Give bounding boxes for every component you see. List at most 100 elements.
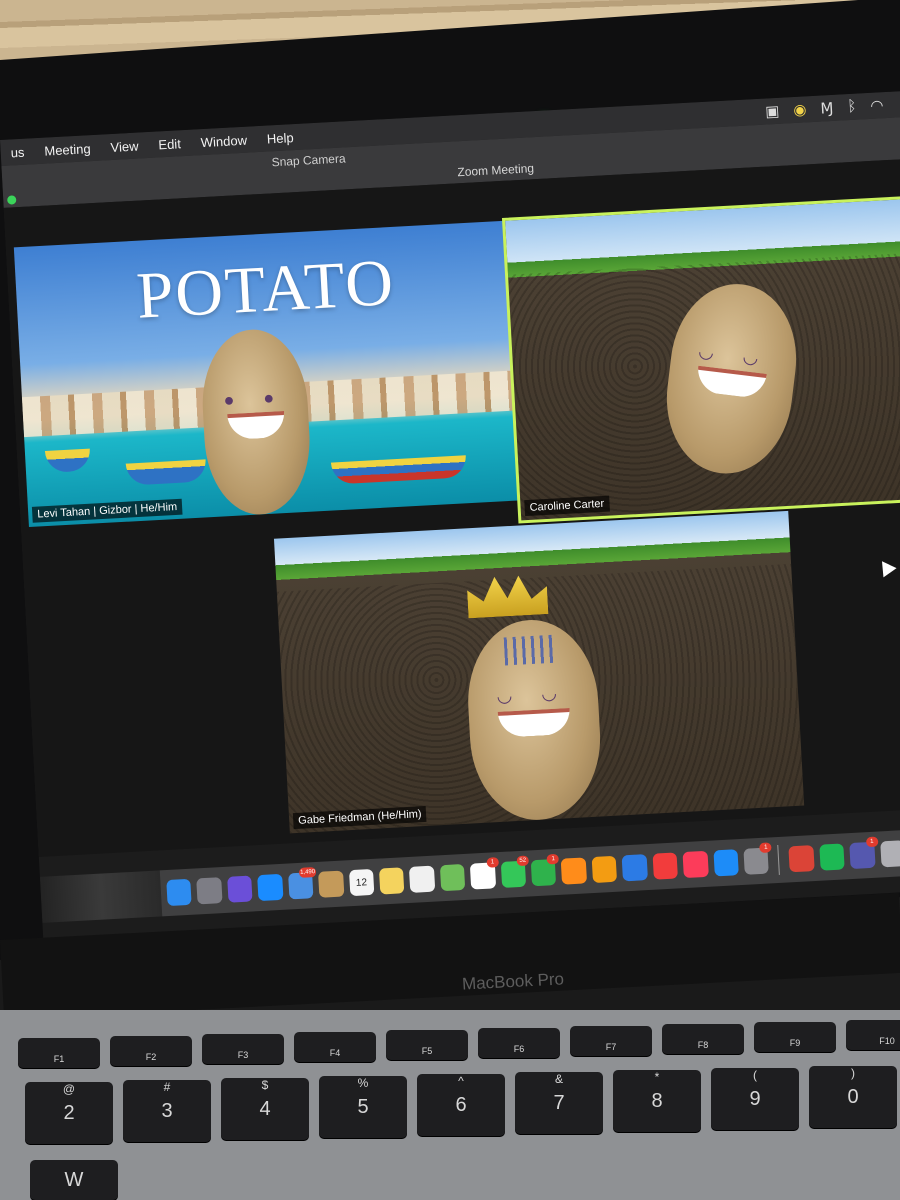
key-f1[interactable]: F1 [18,1038,100,1068]
key-digit: 8 [651,1090,663,1112]
menu-zoom-us[interactable]: us [0,144,34,161]
menu-window[interactable]: Window [190,132,257,151]
key-digit: 4 [259,1098,271,1120]
keyboard: F1 F2 F3 F4 F5 F6 F7 F8 F9 F10 @2 #3 $4% 5 ^ 6 & 7 * 8(9) 0 W [0,1010,900,1200]
key-w[interactable]: W [30,1160,118,1200]
key-f5[interactable]: F5 [386,1030,468,1060]
potato-eyes: ◡ ◡ [496,682,570,706]
key-shift-symbol: & [554,1072,563,1086]
desktop-wallpaper [39,870,163,923]
spotify-icon[interactable] [819,843,845,871]
key-f8[interactable]: F8 [662,1024,744,1054]
key-f7[interactable]: F7 [570,1026,652,1056]
messages-icon[interactable]: 52 [500,855,530,888]
maps-icon[interactable] [439,863,466,892]
notes-icon[interactable] [378,867,405,895]
music-icon[interactable] [682,850,709,879]
video-tile-caroline[interactable]: ◡ ◡ Caroline Carter [501,195,900,524]
books-icon[interactable] [561,857,587,885]
key-3[interactable]: #3 [123,1080,211,1142]
key-digit: 5 [357,1096,369,1118]
calendar-icon[interactable]: 12 [348,868,375,897]
key-4[interactable]: $4 [221,1078,309,1140]
key-9[interactable]: (9 [711,1068,799,1130]
face-paint-stripes [503,634,558,666]
key-0[interactable]: ) 0 [809,1066,897,1128]
zoom-window-title: Zoom Meeting [457,161,535,180]
photos-icon[interactable]: 1 [470,857,499,890]
news-icon[interactable] [652,852,679,880]
menu-help[interactable]: Help [257,129,304,147]
pages-icon[interactable] [591,855,618,884]
disk-utility-icon[interactable] [879,840,900,868]
facetime-icon[interactable]: 1 [530,853,560,887]
potato-mouth [695,365,767,400]
launchpad-icon[interactable] [196,877,223,905]
key-2[interactable]: @2 [25,1082,113,1144]
key-f6[interactable]: F6 [478,1028,560,1058]
key-f3[interactable]: F3 [202,1034,284,1064]
boat-image [330,455,467,485]
window-zoom-button[interactable] [7,195,17,205]
key-shift-symbol: @ [62,1082,76,1096]
key-digit: 3 [161,1100,173,1122]
key-f10[interactable]: F10 [846,1020,900,1050]
key-8[interactable]: * 8 [613,1070,701,1132]
key-digit: 7 [553,1092,565,1114]
key-shift-symbol: # [163,1080,171,1094]
malwarebytes-icon[interactable]: Ɱ [820,99,834,118]
key-f4[interactable]: F4 [294,1032,376,1062]
bluetooth-icon[interactable]: ᛒ [847,98,857,116]
app-store-icon[interactable] [713,849,739,877]
potato-mouth [226,411,286,441]
calendar-date: 12 [355,877,368,889]
key-shift-symbol: * [654,1070,660,1084]
notification-badge: 1 [759,842,773,853]
key-digit: 2 [63,1102,75,1124]
background-title-text: POTATO [134,245,397,333]
menu-edit[interactable]: Edit [148,135,191,152]
key-shift-symbol: ^ [458,1074,464,1088]
camera-icon[interactable]: ▣ [765,102,780,121]
notification-badge: 1 [546,853,560,865]
key-5[interactable]: % 5 [319,1076,407,1138]
notification-badge: 1 [865,836,879,848]
contacts-icon[interactable] [318,870,344,898]
key-f2[interactable]: F2 [110,1036,192,1066]
key-digit: 0 [847,1086,859,1108]
mail-icon[interactable]: 1,490 [287,866,317,900]
siri-icon[interactable] [227,875,253,903]
safari-icon[interactable] [257,873,284,902]
boat-image [125,459,207,486]
menu-meeting[interactable]: Meeting [34,140,101,159]
boat-image [44,448,92,473]
key-f9[interactable]: F9 [754,1022,836,1052]
key-shift-symbol: ) [851,1066,855,1080]
keynote-icon[interactable] [621,854,648,882]
video-gallery: POTATO ● ● Levi Tahan | Gizbor | He/Him … [3,158,900,857]
chrome-icon[interactable] [788,845,815,873]
video-tile-levi[interactable]: POTATO ● ● Levi Tahan | Gizbor | He/Him [13,220,519,527]
key-shift-symbol: $ [261,1078,269,1092]
potato-eyes: ● ● [222,387,287,411]
notification-badge: 1,490 [298,866,317,878]
key-6[interactable]: ^ 6 [417,1074,505,1136]
wifi-icon[interactable]: ◠ [870,96,884,115]
teams-icon[interactable]: 1 [849,836,879,870]
key-digit: 9 [749,1088,761,1110]
key-digit: 6 [455,1094,467,1116]
system-preferences-icon[interactable]: 1 [743,842,773,875]
menu-view[interactable]: View [100,137,149,155]
reminders-icon[interactable] [409,865,436,893]
potato-eyes: ◡ ◡ [697,340,772,370]
participant-name: Levi Tahan | Gizbor | He/Him [31,498,183,523]
video-tile-gabe[interactable]: ◡ ◡ Gabe Friedman (He/Him) [273,510,805,834]
potato-mouth [497,708,571,738]
key-7[interactable]: & 7 [515,1072,603,1134]
key-shift-symbol: ( [753,1068,757,1082]
notification-badge: 1 [486,857,499,868]
laptop-screen: us Meeting View Edit Window Help ▣ ◉ Ɱ ᛒ… [0,90,900,939]
pin-icon[interactable]: ◉ [793,100,807,119]
potato-face-filter: ● ● [198,326,314,518]
finder-icon[interactable] [166,878,193,907]
